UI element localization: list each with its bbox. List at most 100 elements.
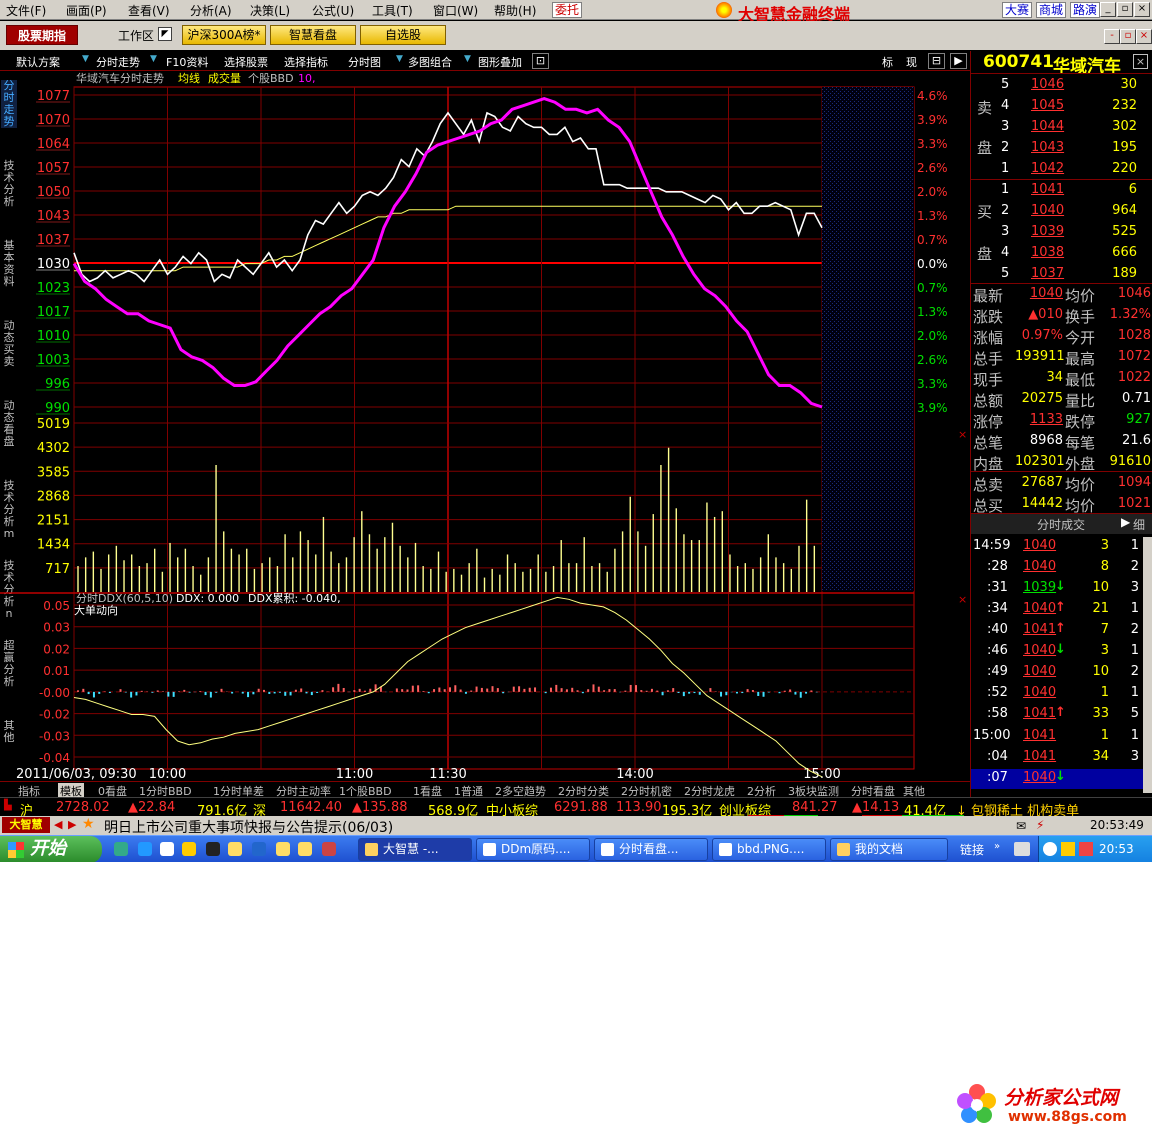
menu-file[interactable]: 文件(F) — [6, 2, 46, 19]
tab-stock-futures[interactable]: 股票期指 — [6, 25, 78, 45]
tick-count: 2 — [1130, 664, 1139, 679]
document-icon — [483, 843, 496, 856]
dropdown-arrow-icon[interactable]: ▼ — [150, 54, 157, 64]
dropdown-arrow-icon[interactable]: ▼ — [464, 54, 471, 64]
sell-row[interactable]: 3 1044 302 — [971, 119, 1152, 139]
menu-formula[interactable]: 公式(U) — [312, 2, 354, 19]
news-text[interactable]: 明日上市公司重大事项快报与公告提示(06/03) — [104, 817, 393, 837]
tick-row[interactable]: :28 1040 8 2 — [971, 558, 1152, 578]
task-my-documents[interactable]: 我的文档 — [830, 838, 948, 861]
buy-row[interactable]: 3 1039 525 — [971, 224, 1152, 244]
sub-close-icon[interactable]: × — [1136, 29, 1152, 44]
tick-row[interactable]: :34 1040 ↑ 21 1 — [971, 600, 1152, 620]
close-icon[interactable]: × — [1133, 54, 1148, 69]
link-luyan[interactable]: 路演 — [1070, 2, 1101, 18]
tb-f10[interactable]: F10资料 — [166, 54, 208, 70]
tick-row[interactable]: :07 1040 ↓ — [971, 769, 1152, 789]
task-bbd-png[interactable]: bbd.PNG.... — [712, 838, 826, 861]
sell-row[interactable]: 1 1042 220 — [971, 161, 1152, 181]
buy-row[interactable]: 1 1041 6 — [971, 182, 1152, 202]
tick-row[interactable]: :46 1040 ↓ 3 1 — [971, 642, 1152, 662]
link-shangcheng[interactable]: 商城 — [1036, 2, 1067, 18]
tb-now[interactable]: 现 — [906, 54, 917, 70]
tray-icon[interactable] — [1061, 842, 1075, 856]
sell-level: 3 — [1001, 119, 1010, 134]
link-dasai[interactable]: 大赛 — [1002, 2, 1033, 18]
tb-select-stock[interactable]: 选择股票 — [224, 54, 268, 70]
tick-row[interactable]: :31 1039 ↓ 10 3 — [971, 579, 1152, 599]
tb-multi-chart[interactable]: 多图组合 — [408, 54, 452, 70]
next-icon[interactable]: ▶ — [68, 818, 76, 831]
folder-icon[interactable] — [298, 842, 312, 856]
sell-row[interactable]: 2 1043 195 — [971, 140, 1152, 160]
play-icon[interactable]: ▶ — [1121, 515, 1130, 529]
tab-zhihui-kanpan[interactable]: 智慧看盘 — [270, 25, 356, 45]
sub-restore-icon[interactable]: ▫ — [1120, 29, 1136, 44]
tick-row[interactable]: :04 1041 34 3 — [971, 748, 1152, 768]
stat-row: 总手 193911 最高 1072 — [971, 348, 1152, 369]
tb-intraday[interactable]: 分时走势 — [96, 54, 140, 70]
word-icon[interactable] — [252, 842, 266, 856]
links-label[interactable]: 链接 — [960, 841, 984, 858]
buy-row[interactable]: 2 1040 964 — [971, 203, 1152, 223]
tb-mark[interactable]: 标 — [882, 54, 893, 70]
quicklaunch-icon[interactable] — [114, 842, 128, 856]
task-ddm[interactable]: DDm原码.... — [476, 838, 590, 861]
buy-row[interactable]: 4 1038 666 — [971, 245, 1152, 265]
quicklaunch-icon[interactable] — [160, 842, 174, 856]
prev-icon[interactable]: ◀ — [54, 818, 62, 831]
close-icon[interactable]: × — [1134, 2, 1150, 17]
panel-toggle-icon[interactable]: ⊟ — [928, 53, 945, 69]
tick-row[interactable]: :40 1041 ↑ 7 2 — [971, 621, 1152, 641]
menu-tools[interactable]: 工具(T) — [372, 2, 413, 19]
image-icon — [719, 843, 732, 856]
tray-arrow-icon[interactable] — [1043, 842, 1057, 856]
tb-select-indicator[interactable]: 选择指标 — [284, 54, 328, 70]
links-chevron-icon[interactable]: » — [994, 841, 1000, 852]
folder-icon[interactable] — [228, 842, 242, 856]
tick-time: :58 — [987, 706, 1008, 721]
tick-row[interactable]: :52 1040 1 1 — [971, 684, 1152, 704]
task-kanpan[interactable]: 分时看盘... — [594, 838, 708, 861]
tb-overlay[interactable]: 图形叠加 — [478, 54, 522, 70]
tb-default-scheme[interactable]: 默认方案 — [16, 54, 60, 70]
menu-analysis[interactable]: 分析(A) — [190, 2, 232, 19]
quicklaunch-icon[interactable] — [182, 842, 196, 856]
minimize-icon[interactable]: _ — [1100, 2, 1116, 17]
panel-next-icon[interactable]: ▶ — [950, 53, 967, 69]
folder-icon[interactable] — [276, 842, 290, 856]
weituo-button[interactable]: 委托 — [552, 2, 582, 18]
menu-decision[interactable]: 决策(L) — [250, 2, 290, 19]
task-dzh[interactable]: 大智慧 -... — [358, 838, 472, 861]
tick-scrollbar[interactable] — [1143, 537, 1152, 793]
qq-icon[interactable] — [206, 842, 220, 856]
start-button[interactable]: 开始 — [0, 836, 102, 862]
sell-row[interactable]: 5 1046 30 — [971, 77, 1152, 97]
tab-hs300[interactable]: 沪深300A榜* — [182, 25, 266, 45]
tb-intraday-chart[interactable]: 分时图 — [348, 54, 381, 70]
dropdown-arrow-icon[interactable]: ▼ — [396, 54, 403, 64]
workarea-corner-icon[interactable]: ◤ — [158, 27, 172, 41]
keyboard-icon[interactable] — [1014, 842, 1030, 856]
tick-row[interactable]: :49 1040 10 2 — [971, 663, 1152, 683]
sell-row[interactable]: 4 1045 232 — [971, 98, 1152, 118]
mail-icon[interactable]: ✉ — [1016, 819, 1026, 833]
tab-zixuangu[interactable]: 自选股 — [360, 25, 446, 45]
tick-row[interactable]: 14:59 1040 3 1 — [971, 537, 1152, 557]
ie-icon[interactable] — [138, 842, 152, 856]
tick-row[interactable]: 15:00 1041 1 1 — [971, 727, 1152, 747]
quicklaunch-icon[interactable] — [322, 842, 336, 856]
menu-window[interactable]: 窗口(W) — [433, 2, 478, 19]
menu-view-screen[interactable]: 画面(P) — [66, 2, 107, 19]
dropdown-arrow-icon[interactable]: ▼ — [82, 54, 89, 64]
detail-button[interactable]: 细 — [1133, 516, 1145, 533]
lock-icon[interactable]: ⊡ — [532, 53, 549, 69]
sub-minimize-icon[interactable]: - — [1104, 29, 1120, 44]
tick-row[interactable]: :58 1041 ↑ 33 5 — [971, 705, 1152, 725]
restore-icon[interactable]: ▫ — [1117, 2, 1133, 17]
menu-help[interactable]: 帮助(H) — [494, 2, 536, 19]
menu-view[interactable]: 查看(V) — [128, 2, 170, 19]
tray-icon[interactable] — [1079, 842, 1093, 856]
intraday-chart[interactable]: 华域汽车分时走势 均线 成交量 个股BBD 10, 分时DDX(60,5,10)… — [0, 71, 970, 781]
signal-icon[interactable]: ⚡ — [1036, 818, 1044, 832]
